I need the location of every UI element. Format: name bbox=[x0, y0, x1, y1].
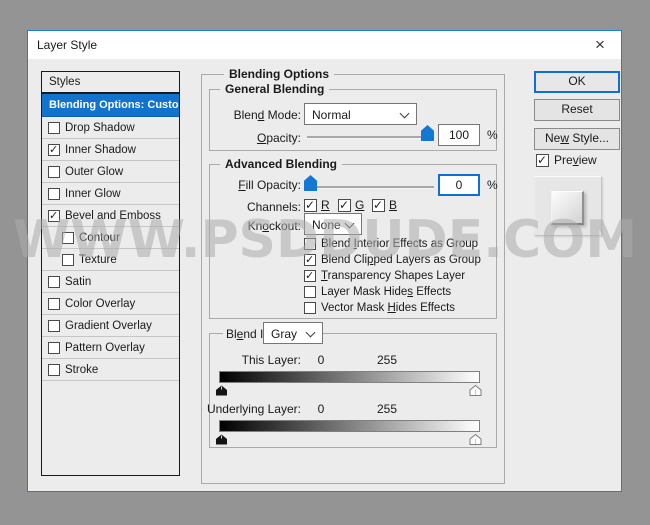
sidebar-item-color-overlay[interactable]: Color Overlay bbox=[42, 293, 179, 315]
channels-label: Channels: bbox=[197, 200, 301, 214]
underlying-layer-min: 0 bbox=[313, 402, 329, 416]
color-overlay-checkbox[interactable] bbox=[48, 298, 60, 310]
underlying-layer-white-marker[interactable] bbox=[469, 432, 482, 443]
reset-button[interactable]: Reset bbox=[534, 99, 620, 121]
chevron-down-icon bbox=[345, 219, 355, 229]
blend-mode-select[interactable]: Normal bbox=[304, 103, 417, 125]
bevel-emboss-checkbox[interactable] bbox=[48, 210, 60, 222]
knockout-label: Knockout: bbox=[197, 219, 301, 233]
title-bar[interactable]: Layer Style × bbox=[28, 31, 621, 59]
option-transparency-shapes[interactable]: Transparency Shapes Layer bbox=[304, 269, 465, 283]
sidebar-item-texture[interactable]: Texture bbox=[42, 249, 179, 271]
inner-glow-checkbox[interactable] bbox=[48, 188, 60, 200]
channel-g[interactable]: G bbox=[338, 198, 364, 212]
layer-mask-hides-checkbox[interactable] bbox=[304, 286, 316, 298]
preview-toggle[interactable]: Preview bbox=[536, 153, 597, 167]
outer-glow-checkbox[interactable] bbox=[48, 166, 60, 178]
sidebar-item-blending-options[interactable]: Blending Options: Custom bbox=[42, 94, 179, 117]
fill-opacity-percent-sign: % bbox=[487, 178, 498, 192]
styles-list: Styles Blending Options: Custom Drop Sha… bbox=[41, 71, 180, 476]
stroke-checkbox[interactable] bbox=[48, 364, 60, 376]
underlying-layer-label: Underlying Layer: bbox=[197, 402, 301, 416]
this-layer-gradient-bar bbox=[219, 371, 480, 383]
knockout-select[interactable]: None bbox=[304, 213, 362, 235]
advanced-blending-title: Advanced Blending bbox=[220, 157, 342, 171]
contour-checkbox[interactable] bbox=[62, 232, 74, 244]
sidebar-item-bevel-and-emboss[interactable]: Bevel and Emboss bbox=[42, 205, 179, 227]
gradient-overlay-checkbox[interactable] bbox=[48, 320, 60, 332]
opacity-label: Opacity: bbox=[197, 131, 301, 145]
general-blending-title: General Blending bbox=[220, 82, 329, 96]
option-blend-clipped-layers[interactable]: Blend Clipped Layers as Group bbox=[304, 253, 481, 267]
desktop-background: Layer Style × Styles Blending Options: C… bbox=[0, 0, 650, 525]
blend-if-select[interactable]: Gray bbox=[263, 322, 323, 344]
this-layer-label: This Layer: bbox=[197, 353, 301, 367]
this-layer-white-marker[interactable] bbox=[469, 383, 482, 394]
close-button[interactable]: × bbox=[579, 31, 621, 59]
option-blend-interior-effects[interactable]: Blend Interior Effects as Group bbox=[304, 237, 478, 251]
sidebar-item-stroke[interactable]: Stroke bbox=[42, 359, 179, 381]
new-style-button[interactable]: New Style... bbox=[534, 128, 620, 150]
dialog-title: Layer Style bbox=[37, 38, 97, 52]
fill-opacity-input[interactable] bbox=[438, 174, 480, 196]
sidebar-item-inner-glow[interactable]: Inner Glow bbox=[42, 183, 179, 205]
close-icon: × bbox=[595, 34, 605, 56]
this-layer-black-marker[interactable] bbox=[215, 383, 228, 394]
drop-shadow-checkbox[interactable] bbox=[48, 122, 60, 134]
underlying-layer-max: 255 bbox=[373, 402, 401, 416]
channel-r-checkbox[interactable] bbox=[304, 199, 317, 212]
layer-style-dialog: Layer Style × Styles Blending Options: C… bbox=[27, 30, 622, 492]
option-vector-mask-hides[interactable]: Vector Mask Hides Effects bbox=[304, 301, 455, 315]
opacity-input[interactable] bbox=[438, 124, 480, 146]
fill-opacity-slider-track[interactable] bbox=[307, 186, 434, 189]
channel-b-checkbox[interactable] bbox=[372, 199, 385, 212]
styles-list-header: Styles bbox=[42, 72, 179, 94]
inner-shadow-checkbox[interactable] bbox=[48, 144, 60, 156]
vector-mask-hides-checkbox[interactable] bbox=[304, 302, 316, 314]
sidebar-item-contour[interactable]: Contour bbox=[42, 227, 179, 249]
underlying-layer-gradient-bar bbox=[219, 420, 480, 432]
channel-b[interactable]: B bbox=[372, 198, 397, 212]
satin-checkbox[interactable] bbox=[48, 276, 60, 288]
blend-clipped-checkbox[interactable] bbox=[304, 254, 316, 266]
channel-r[interactable]: R bbox=[304, 198, 330, 212]
transparency-shapes-checkbox[interactable] bbox=[304, 270, 316, 282]
opacity-slider-track[interactable] bbox=[307, 136, 434, 139]
opacity-percent-sign: % bbox=[487, 128, 498, 142]
underlying-layer-black-marker[interactable] bbox=[215, 432, 228, 443]
blend-mode-label: Blend Mode: bbox=[197, 108, 301, 122]
fill-opacity-label: Fill Opacity: bbox=[197, 178, 301, 192]
sidebar-item-outer-glow[interactable]: Outer Glow bbox=[42, 161, 179, 183]
chevron-down-icon bbox=[400, 109, 410, 119]
sidebar-item-drop-shadow[interactable]: Drop Shadow bbox=[42, 117, 179, 139]
style-preview-thumbnail bbox=[534, 176, 602, 236]
chevron-down-icon bbox=[306, 328, 316, 338]
option-layer-mask-hides[interactable]: Layer Mask Hides Effects bbox=[304, 285, 451, 299]
texture-checkbox[interactable] bbox=[62, 254, 74, 266]
sidebar-item-gradient-overlay[interactable]: Gradient Overlay bbox=[42, 315, 179, 337]
pattern-overlay-checkbox[interactable] bbox=[48, 342, 60, 354]
blend-interior-checkbox[interactable] bbox=[304, 238, 316, 250]
this-layer-min: 0 bbox=[313, 353, 329, 367]
sidebar-item-pattern-overlay[interactable]: Pattern Overlay bbox=[42, 337, 179, 359]
channel-g-checkbox[interactable] bbox=[338, 199, 351, 212]
blending-options-title: Blending Options bbox=[224, 67, 334, 81]
sidebar-item-inner-shadow[interactable]: Inner Shadow bbox=[42, 139, 179, 161]
preview-cube bbox=[551, 191, 584, 225]
sidebar-item-satin[interactable]: Satin bbox=[42, 271, 179, 293]
preview-checkbox[interactable] bbox=[536, 154, 549, 167]
ok-button[interactable]: OK bbox=[534, 71, 620, 93]
this-layer-max: 255 bbox=[373, 353, 401, 367]
